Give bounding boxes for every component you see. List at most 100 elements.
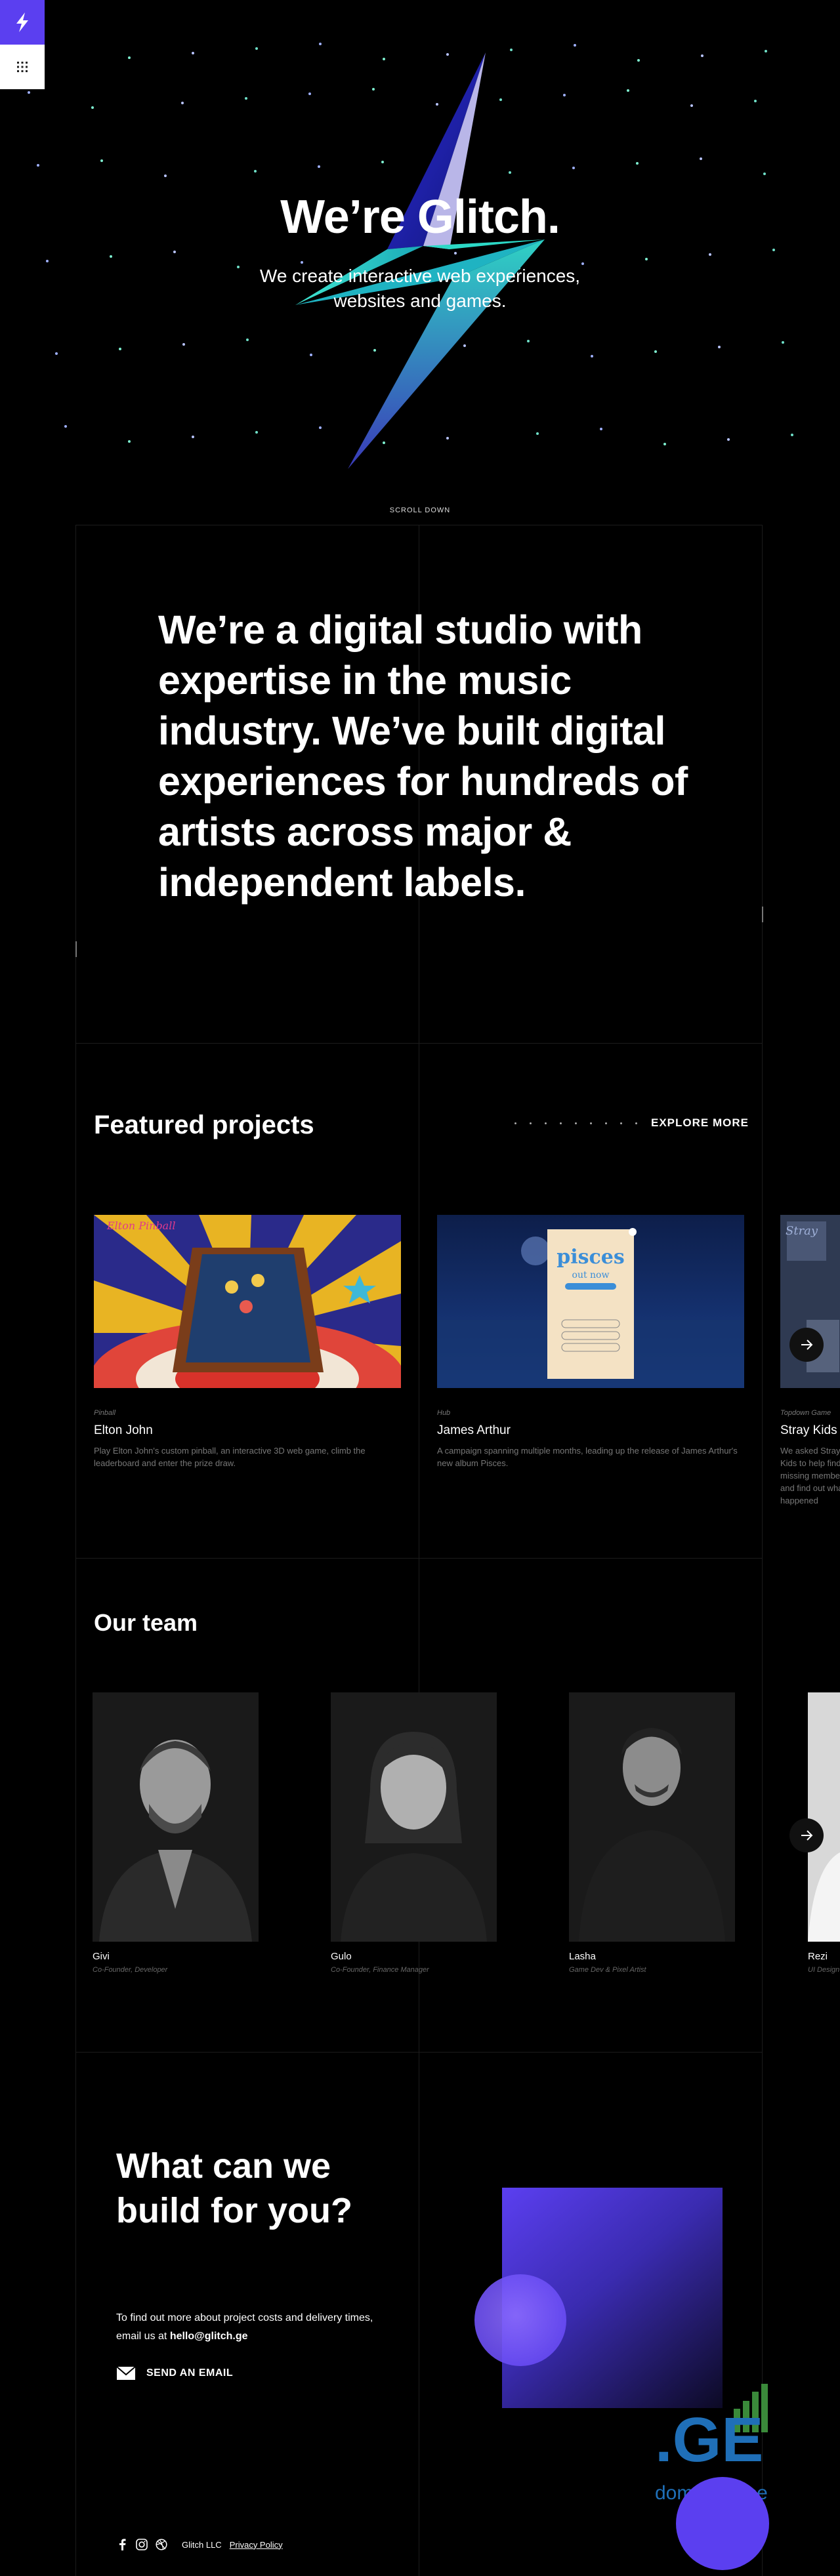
team-member-card: Gulo Co-Founder, Finance Manager	[331, 1692, 497, 1974]
stray-kids-game-image: Stray	[780, 1215, 840, 1388]
grid-line	[75, 525, 76, 2576]
star-dot	[181, 102, 184, 104]
project-description: Play Elton John's custom pinball, an int…	[94, 1446, 366, 1468]
send-email-button[interactable]: SEND AN EMAIL	[116, 2366, 233, 2381]
star-dot	[701, 54, 704, 57]
pisces-subtitle: out now	[572, 1270, 610, 1280]
team-member-role: Co-Founder, Developer	[93, 1966, 168, 1974]
team-member-photo	[569, 1692, 735, 1942]
home-logo-button[interactable]	[0, 0, 45, 45]
featured-projects-title: Featured projects	[94, 1111, 314, 1139]
arrow-right-icon	[801, 1830, 813, 1841]
star-dot	[654, 350, 657, 353]
project-name: Elton John	[94, 1423, 153, 1437]
grid-line	[75, 2052, 762, 2053]
pisces-logo-text: pisces	[556, 1246, 625, 1269]
decorative-orb	[474, 2274, 566, 2366]
star-dot	[563, 94, 566, 96]
star-dot	[173, 251, 176, 253]
star-dot	[765, 50, 767, 52]
project-description: We asked Stray Kids to help find the mis…	[780, 1446, 840, 1505]
project-card-elton-john[interactable]: Elton Pinball Pinball Elton John Play El…	[94, 1215, 401, 1469]
star-dot	[37, 164, 39, 167]
team-next-button[interactable]	[789, 1818, 824, 1852]
grid-tick	[75, 941, 77, 957]
hero-subtitle: We create interactive web experiences, w…	[259, 266, 581, 311]
grid-line	[75, 1558, 762, 1559]
footer: Glitch LLC Privacy Policy	[116, 2539, 283, 2550]
star-dot	[591, 355, 593, 358]
star-dot	[600, 428, 602, 430]
pinball-game-image: Elton Pinball	[94, 1215, 401, 1388]
star-dot	[627, 89, 629, 92]
star-dot	[700, 157, 702, 160]
arrow-right-icon	[801, 1339, 813, 1350]
star-dot	[110, 255, 112, 258]
project-card-james-arthur[interactable]: pisces out now Hub James Arthur A campai…	[437, 1215, 744, 1469]
team-member-card: Lasha Game Dev & Pixel Artist	[569, 1692, 735, 1974]
star-dot	[690, 104, 693, 107]
star-dot	[319, 43, 322, 45]
star-dot	[46, 260, 49, 262]
menu-button[interactable]	[0, 45, 45, 89]
contact-email-link[interactable]: hello@glitch.ge	[170, 2331, 248, 2342]
project-category: Hub	[437, 1409, 451, 1417]
star-dot	[55, 352, 58, 355]
project-name: James Arthur	[437, 1423, 511, 1437]
instagram-icon[interactable]	[136, 2539, 148, 2550]
studio-statement: We’re a digital studio with expertise in…	[158, 607, 688, 905]
team-member-role: Co-Founder, Finance Manager	[331, 1966, 429, 1974]
star-dot	[255, 47, 258, 50]
team-member-role: Game Dev & Pixel Artist	[569, 1966, 646, 1974]
contact-title-line1: What can we	[116, 2146, 331, 2186]
pisces-campaign-image: pisces out now	[437, 1215, 744, 1388]
star-dot	[100, 159, 103, 162]
project-name: Stray Kids	[780, 1423, 837, 1437]
star-dot	[246, 338, 249, 341]
project-thumbnail[interactable]: Elton Pinball	[94, 1215, 401, 1388]
scroll-down-link[interactable]: SCROLL DOWN	[0, 506, 840, 514]
contact-text: To find out more about project costs and…	[116, 2309, 379, 2346]
project-thumbnail[interactable]: Stray	[780, 1215, 840, 1388]
star-dot	[637, 59, 640, 62]
project-category: Topdown Game	[780, 1409, 831, 1417]
dribbble-icon[interactable]	[156, 2539, 167, 2550]
svg-text:Elton Pinball: Elton Pinball	[106, 1219, 175, 1232]
facebook-icon[interactable]	[116, 2539, 128, 2550]
star-dot	[574, 44, 576, 47]
star-dot	[255, 431, 258, 434]
star-dot	[709, 253, 711, 256]
hero-section: We’re Glitch. We create interactive web …	[0, 0, 840, 525]
team-member-name: Rezi	[808, 1951, 828, 1962]
star-dot	[727, 438, 730, 441]
explore-dots	[514, 1122, 637, 1124]
grid-line	[75, 1043, 762, 1044]
watermark-logo: .GE	[655, 2405, 763, 2475]
project-thumbnail[interactable]: pisces out now	[437, 1215, 744, 1388]
star-dot	[64, 425, 67, 428]
star-dot	[754, 100, 757, 102]
explore-more-link[interactable]: EXPLORE MORE	[651, 1116, 749, 1130]
lightning-bolt-illustration	[295, 52, 545, 469]
our-team-title: Our team	[94, 1609, 198, 1636]
star-dot	[718, 346, 721, 348]
star-dot	[763, 173, 766, 175]
team-member-photo	[331, 1692, 497, 1942]
decorative-orb	[676, 2477, 769, 2570]
projects-next-button[interactable]	[789, 1328, 824, 1362]
company-name: Glitch LLC	[182, 2539, 222, 2550]
team-member-name: Gulo	[331, 1951, 352, 1962]
star-dot	[663, 443, 666, 445]
star-dot	[772, 249, 775, 251]
team-member-name: Lasha	[569, 1951, 596, 1962]
star-dot	[791, 434, 793, 436]
star-dot	[28, 91, 30, 94]
team-member-card: Givi Co-Founder, Developer	[93, 1692, 259, 1974]
contact-title-line2: build for you?	[116, 2191, 352, 2230]
lightning-bolt-icon	[16, 12, 28, 32]
envelope-icon	[116, 2366, 136, 2380]
star-dot	[91, 106, 94, 109]
privacy-policy-link[interactable]: Privacy Policy	[230, 2540, 283, 2550]
project-category: Pinball	[94, 1409, 116, 1417]
grid-tick	[762, 907, 763, 922]
